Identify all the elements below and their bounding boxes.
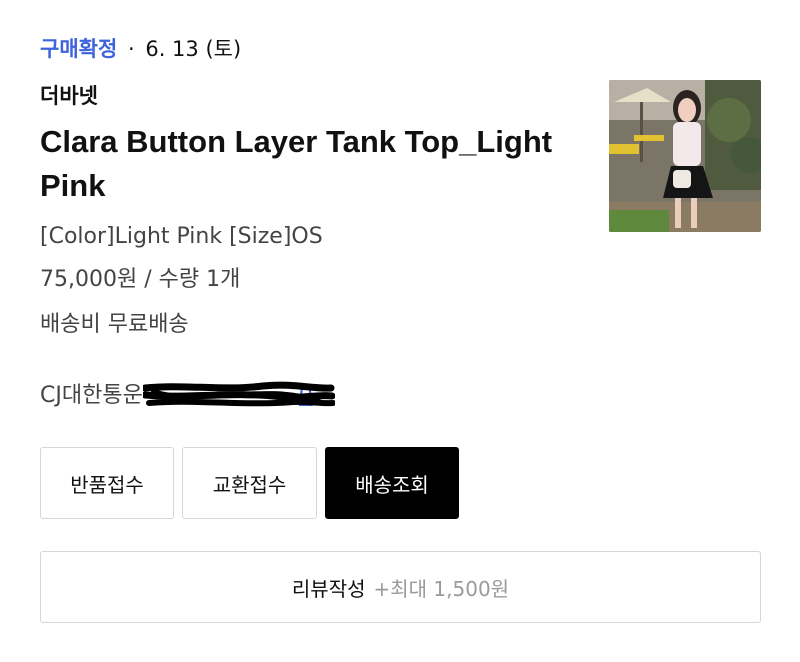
purchase-confirmed-status: 구매확정	[40, 37, 118, 61]
exchange-request-button[interactable]: 교환접수	[182, 447, 317, 519]
write-review-button[interactable]: 리뷰작성 +최대 1,500원	[40, 551, 761, 623]
product-option: [Color]Light Pink [Size]OS	[40, 224, 323, 249]
tracking-number-link[interactable]: 000000000000	[142, 381, 335, 411]
shipping-fee: 배송비 무료배송	[40, 312, 189, 337]
product-title[interactable]: Clara Button Layer Tank Top_Light Pink	[40, 120, 580, 208]
order-date: 6. 13 (토)	[145, 37, 242, 61]
review-reward-text: +최대 1,500원	[373, 576, 510, 601]
courier-line: CJ대한통운000000000000	[40, 381, 335, 411]
write-review-label: 리뷰작성	[291, 576, 366, 601]
order-status-line: 구매확정 · 6. 13 (토)	[40, 34, 241, 64]
courier-name: CJ대한통운	[40, 383, 143, 408]
price-quantity: 75,000원 / 수량 1개	[40, 267, 241, 292]
track-delivery-button[interactable]: 배송조회	[325, 447, 459, 519]
product-thumbnail[interactable]	[609, 80, 761, 232]
product-photo-icon	[609, 80, 761, 232]
separator-dot: ·	[127, 37, 135, 61]
return-request-button[interactable]: 반품접수	[40, 447, 174, 519]
redaction-scribble-icon	[142, 381, 335, 407]
brand-name[interactable]: 더바넷	[40, 82, 98, 110]
